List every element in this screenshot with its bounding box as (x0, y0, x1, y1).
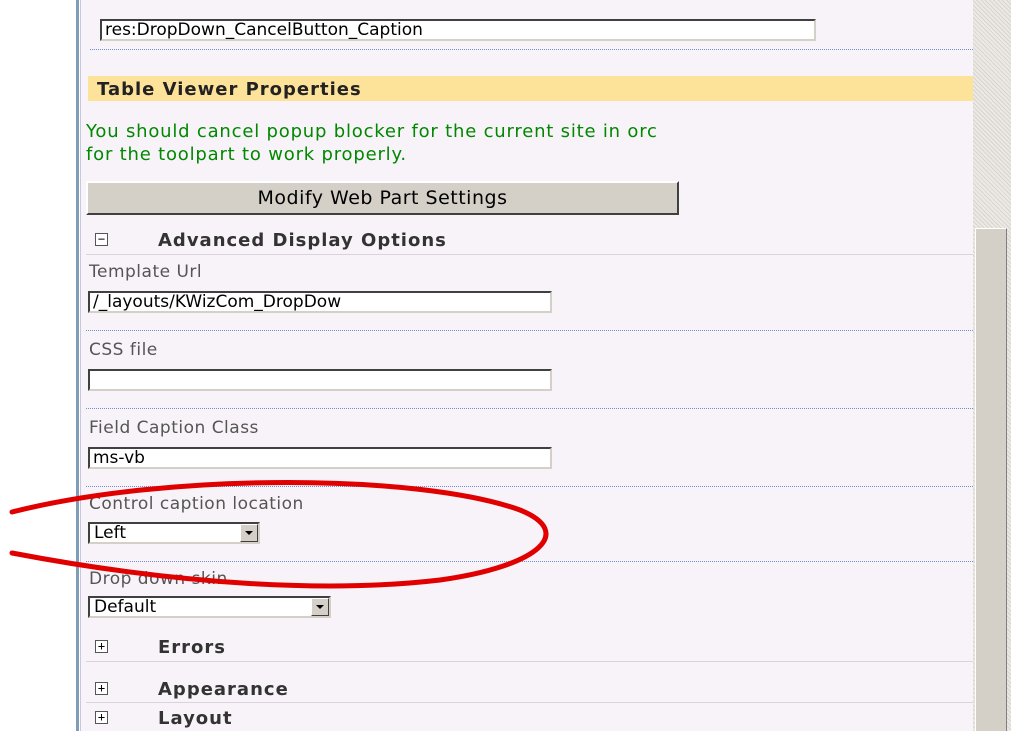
annotation-ellipse (9, 480, 549, 589)
red-highlight-annotation (9, 480, 549, 589)
